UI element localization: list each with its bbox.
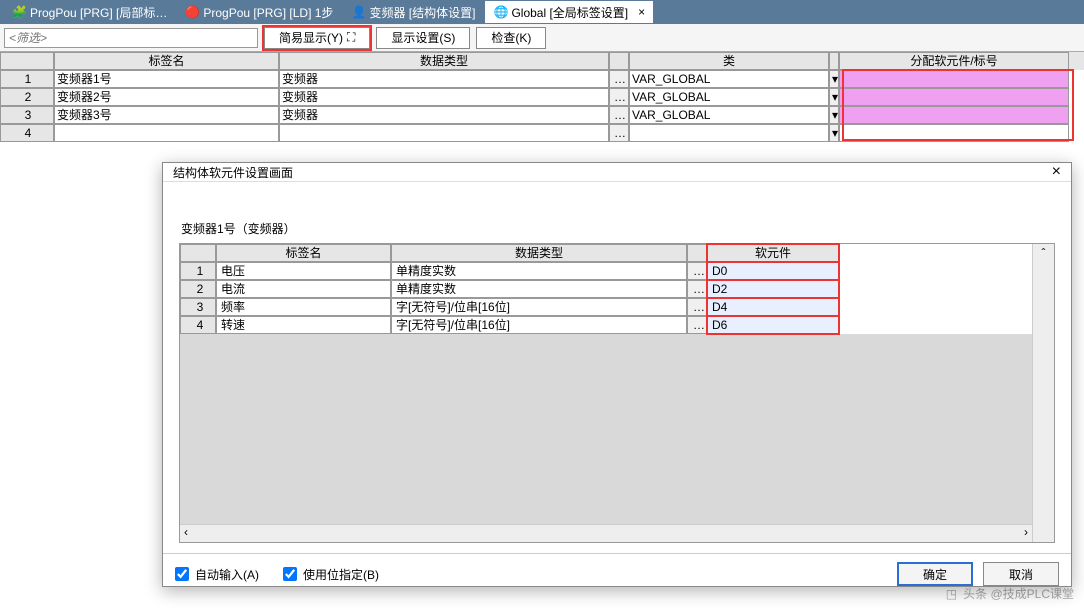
dropdown-icon[interactable]: …: [687, 298, 707, 316]
global-label-grid: 标签名 数据类型 类 分配软元件/标号 1 变频器1号 变频器 … VAR_GL…: [0, 52, 1084, 142]
dialog-title: 结构体软元件设置画面: [173, 164, 293, 181]
list-item[interactable]: 1 电压 单精度实数 … D0: [180, 262, 1032, 280]
globe-icon: 🌐: [493, 5, 507, 19]
chevron-down-icon[interactable]: ▾: [829, 70, 839, 88]
table-row[interactable]: 2 变频器2号 变频器 … VAR_GLOBAL ▾: [0, 88, 1084, 106]
col-device: 软元件: [707, 244, 839, 262]
tab-icon: 🔴: [185, 5, 199, 19]
tab-struct-setting[interactable]: 👤变频器 [结构体设置]: [343, 1, 483, 23]
easy-display-button[interactable]: 简易显示(Y)⛶: [264, 27, 370, 49]
device-cell[interactable]: D6: [707, 316, 839, 334]
tab-progpou-local[interactable]: 🧩ProgPou [PRG] [局部标…: [4, 1, 175, 23]
col-class: 类: [629, 52, 829, 70]
watermark: ◳头条 @技成PLC课堂: [946, 585, 1074, 602]
struct-member-grid: 标签名 数据类型 软元件 1 电压 单精度实数 … D0 2 电流 单精度实数 …: [180, 244, 1032, 542]
col-label-name: 标签名: [54, 52, 279, 70]
logo-icon: ◳: [946, 587, 957, 601]
chevron-down-icon[interactable]: ▾: [829, 88, 839, 106]
dropdown-icon[interactable]: …: [687, 280, 707, 298]
device-cell[interactable]: D2: [707, 280, 839, 298]
dropdown-icon[interactable]: …: [687, 316, 707, 334]
dialog-subtitle: 变频器1号（变频器）: [181, 220, 1055, 237]
col-data-type: 数据类型: [279, 52, 609, 70]
use-bit-spec-checkbox[interactable]: 使用位指定(B): [283, 566, 379, 583]
col-member-type: 数据类型: [391, 244, 687, 262]
close-icon[interactable]: ×: [638, 5, 645, 19]
alloc-device-cell[interactable]: [839, 88, 1069, 106]
chevron-down-icon[interactable]: ▾: [829, 106, 839, 124]
alloc-device-cell[interactable]: [839, 70, 1069, 88]
filter-input[interactable]: [4, 28, 258, 48]
chevron-down-icon[interactable]: ▾: [829, 124, 839, 142]
close-icon[interactable]: ×: [1052, 163, 1061, 181]
dropdown-icon[interactable]: …: [609, 70, 629, 88]
dropdown-icon[interactable]: …: [687, 262, 707, 280]
chevron-right-icon[interactable]: ›: [1024, 525, 1028, 542]
ok-button[interactable]: 确定: [897, 562, 973, 586]
chevron-left-icon[interactable]: ‹: [184, 525, 188, 542]
tab-icon: 👤: [351, 5, 365, 19]
dropdown-icon[interactable]: …: [609, 124, 629, 142]
struct-device-dialog: 结构体软元件设置画面 × 变频器1号（变频器） 标签名 数据类型 软元件 1 电…: [162, 162, 1072, 587]
document-tabs: 🧩ProgPou [PRG] [局部标… 🔴ProgPou [PRG] [LD]…: [0, 0, 1084, 24]
cancel-button[interactable]: 取消: [983, 562, 1059, 586]
col-alloc-device: 分配软元件/标号: [839, 52, 1069, 70]
list-item[interactable]: 2 电流 单精度实数 … D2: [180, 280, 1032, 298]
tab-icon: 🧩: [12, 5, 26, 19]
check-button[interactable]: 检查(K): [476, 27, 546, 49]
tab-global-labels[interactable]: 🌐Global [全局标签设置]×: [485, 1, 653, 23]
chevron-up-icon[interactable]: ˆ: [1042, 246, 1046, 260]
expand-icon: ⛶: [347, 30, 355, 45]
auto-input-checkbox[interactable]: 自动输入(A): [175, 566, 259, 583]
vertical-scrollbar[interactable]: ˆ: [1032, 244, 1054, 542]
device-cell[interactable]: D4: [707, 298, 839, 316]
table-row[interactable]: 4 … ▾: [0, 124, 1084, 142]
list-item[interactable]: 4 转速 字[无符号]/位串[16位] … D6: [180, 316, 1032, 334]
toolbar: 简易显示(Y)⛶ 显示设置(S) 检查(K): [0, 24, 1084, 52]
alloc-device-cell[interactable]: [839, 106, 1069, 124]
col-member-name: 标签名: [216, 244, 391, 262]
dropdown-icon[interactable]: …: [609, 106, 629, 124]
table-row[interactable]: 1 变频器1号 变频器 … VAR_GLOBAL ▾: [0, 70, 1084, 88]
device-cell[interactable]: D0: [707, 262, 839, 280]
display-setting-button[interactable]: 显示设置(S): [376, 27, 470, 49]
rowhead-blank: [0, 52, 54, 70]
tab-progpou-ld[interactable]: 🔴ProgPou [PRG] [LD] 1步: [177, 1, 341, 23]
table-row[interactable]: 3 变频器3号 变频器 … VAR_GLOBAL ▾: [0, 106, 1084, 124]
dropdown-icon[interactable]: …: [609, 88, 629, 106]
horizontal-scrollbar[interactable]: ‹›: [180, 524, 1032, 542]
list-item[interactable]: 3 频率 字[无符号]/位串[16位] … D4: [180, 298, 1032, 316]
